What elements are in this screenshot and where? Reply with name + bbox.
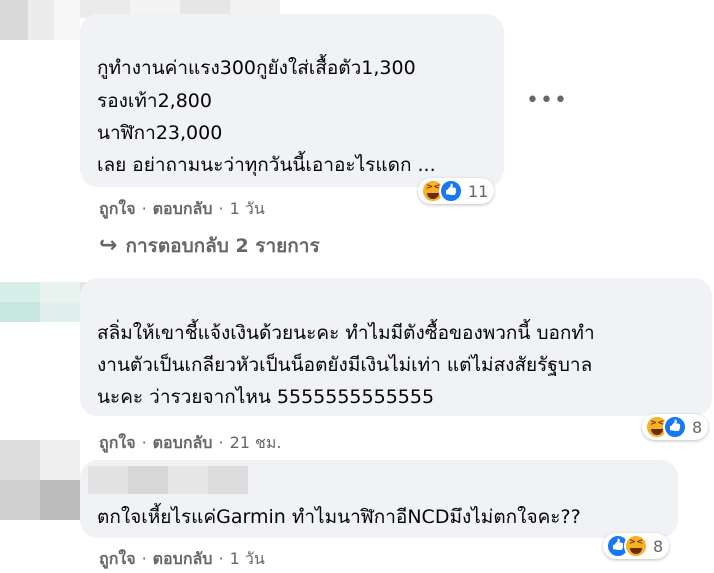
comment-actions: ถูกใจ · ตอบกลับ · 1 วัน	[99, 199, 265, 218]
reaction-summary[interactable]: 8	[642, 414, 709, 440]
comment-text-line: สลิ่มให้เขาชี้แจ้งเงินด้วยนะคะ ทำไมมีตัง…	[97, 322, 595, 344]
replies-count-label: การตอบกลับ 2 รายการ	[125, 235, 320, 257]
view-replies-link[interactable]: ↪ การตอบกลับ 2 รายการ	[99, 231, 320, 261]
reaction-count: 8	[653, 536, 664, 556]
comment-text-line: กูทำงานค่าแรง300กูยังใส่เสื้อตัว1,300	[97, 57, 416, 79]
reaction-summary[interactable]: 11	[418, 178, 495, 204]
like-action[interactable]: ถูกใจ	[99, 549, 136, 568]
reply-arrow-icon: ↪	[99, 233, 118, 258]
reaction-count: 11	[468, 181, 489, 201]
comment-timestamp[interactable]: 21 ชม.	[230, 433, 282, 452]
comment-text-line: เลย อย่าถามนะว่าทุกวันนี้เอาอะไรแดก ...	[97, 154, 436, 176]
comment-text-line: รองเท้า2,800	[97, 90, 212, 112]
like-icon	[663, 415, 687, 439]
reply-action[interactable]: ตอบกลับ	[153, 549, 213, 568]
comment-actions: ถูกใจ · ตอบกลับ · 1 วัน	[99, 549, 265, 568]
comment-text-line: งานตัวเป็นเกลียวหัวเป็นน็อตยังมีเงินไม่เ…	[97, 354, 593, 376]
comment-text-line: นาฬิกา23,000	[97, 122, 223, 144]
avatar[interactable]	[0, 440, 80, 520]
reaction-summary[interactable]: 8	[603, 533, 670, 559]
commenter-name-blurred[interactable]	[88, 466, 248, 494]
haha-icon	[624, 534, 648, 558]
comment-actions: ถูกใจ · ตอบกลับ · 21 ชม.	[99, 433, 282, 452]
like-action[interactable]: ถูกใจ	[99, 199, 136, 218]
more-options-icon[interactable]: •••	[526, 88, 568, 113]
reply-action[interactable]: ตอบกลับ	[153, 433, 213, 452]
comment-timestamp[interactable]: 1 วัน	[230, 199, 265, 218]
reply-action[interactable]: ตอบกลับ	[153, 199, 213, 218]
reaction-count: 8	[692, 417, 703, 437]
like-icon	[439, 179, 463, 203]
comment-text-line: ตกใจเหี้ยไรแค่Garmin ทำไมนาฬิกาอีNCDมึงไ…	[97, 506, 581, 528]
avatar[interactable]	[0, 282, 80, 322]
comment-timestamp[interactable]: 1 วัน	[230, 549, 265, 568]
like-action[interactable]: ถูกใจ	[99, 433, 136, 452]
comment-text-line: นะคะ ว่ารวยจากไหน 5555555555555	[97, 386, 435, 408]
avatar[interactable]	[0, 0, 80, 40]
